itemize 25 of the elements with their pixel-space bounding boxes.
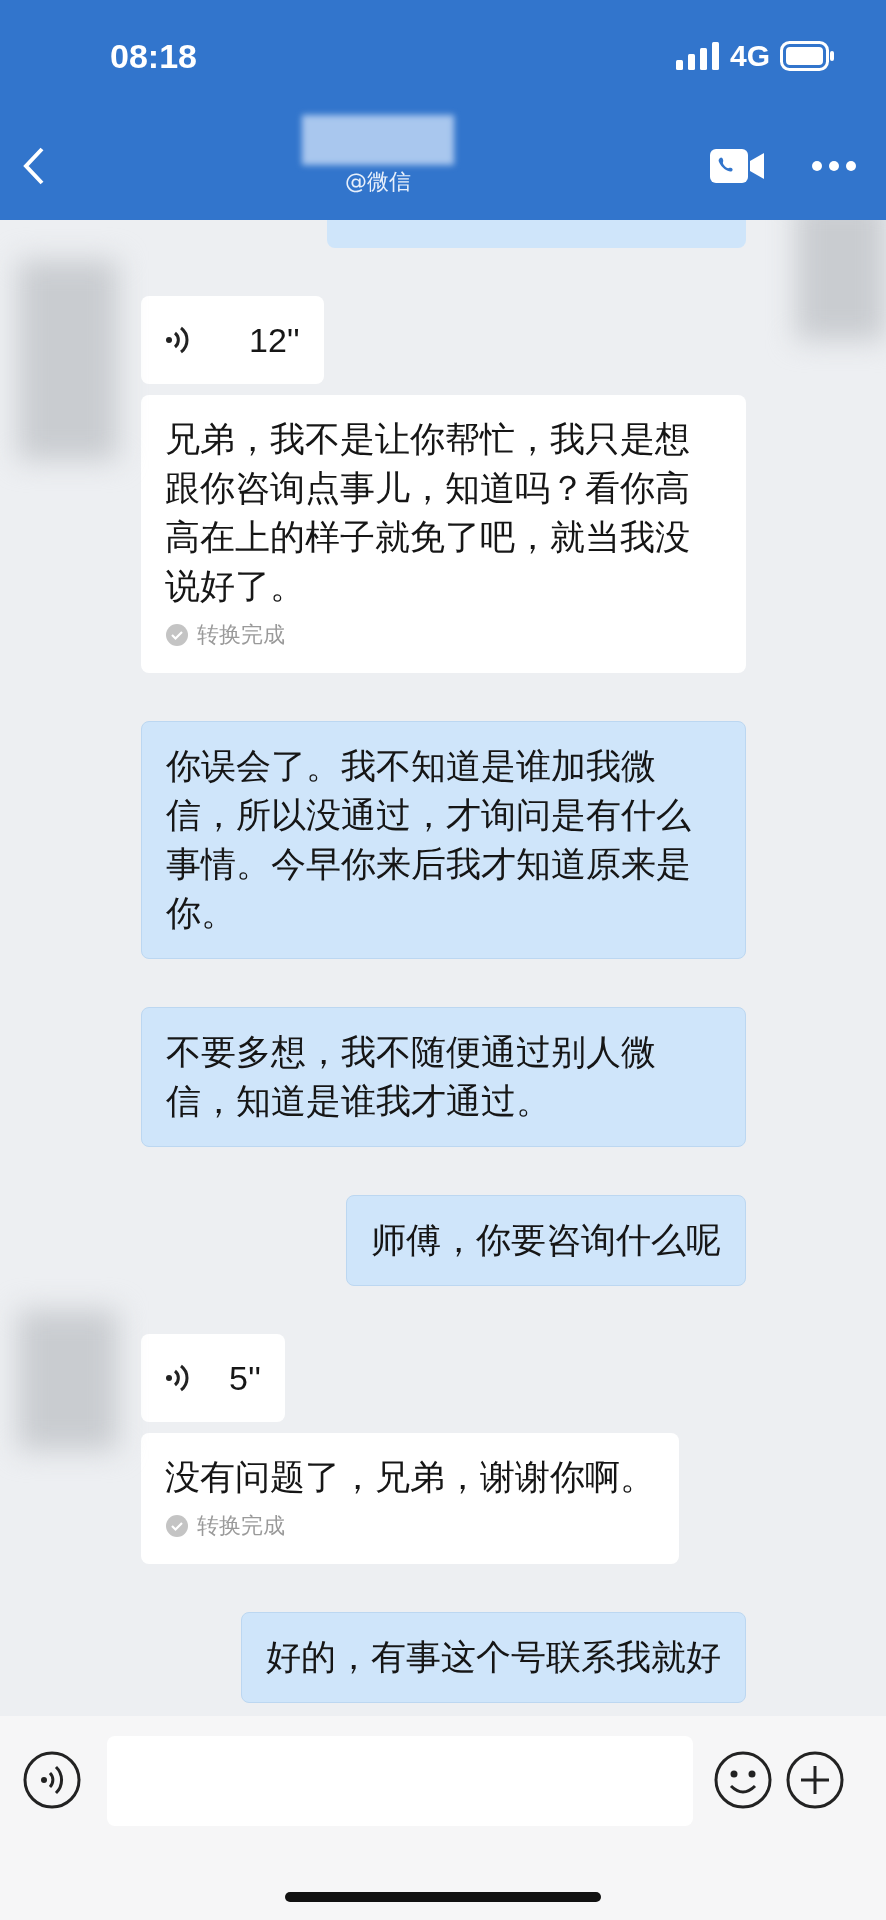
voice-icon <box>165 325 189 355</box>
status-time: 08:18 <box>110 36 197 76</box>
back-icon[interactable] <box>22 146 46 186</box>
voice-message-bubble[interactable]: 12'' <box>141 296 324 384</box>
more-icon[interactable] <box>812 161 856 171</box>
video-call-icon[interactable] <box>710 149 764 183</box>
signal-icon <box>675 42 720 70</box>
message-bubble: 师傅，你要咨询什么呢 <box>346 1195 746 1286</box>
message-text: 没有问题了，兄弟，谢谢你啊。 <box>165 1456 655 1499</box>
network-type: 4G <box>729 39 770 73</box>
message-bubble: 好的，有事这个号联系我就好 <box>241 1612 746 1703</box>
message-bubble: 你误会了。我不知道是谁加我微信，所以没通过，才询问是有什么事情。今早你来后我才知道原来是你。 <box>141 721 746 959</box>
message-text: 兄弟，我不是让你帮忙，我只是想跟你咨询点事儿，知道吗？看你高高在上的样子就免了吧，就当我没说好了。 <box>165 418 691 608</box>
plus-icon[interactable] <box>785 1750 845 1810</box>
voice-input-icon[interactable] <box>22 1750 82 1810</box>
battery-icon <box>780 41 836 71</box>
emoji-icon[interactable] <box>713 1750 773 1810</box>
check-circle-icon <box>165 623 189 647</box>
message-bubble: 不要多想，我不随便通过别人微信，知道是谁我才通过。 <box>141 1007 746 1147</box>
check-circle-icon <box>165 1514 189 1538</box>
voice-icon <box>165 1363 189 1393</box>
header-subtitle: @微信 <box>345 168 411 196</box>
conversion-status: 转换完成 <box>197 621 285 649</box>
voice-message-bubble[interactable]: 5'' <box>141 1334 285 1422</box>
conversion-status: 转换完成 <box>197 1512 285 1540</box>
